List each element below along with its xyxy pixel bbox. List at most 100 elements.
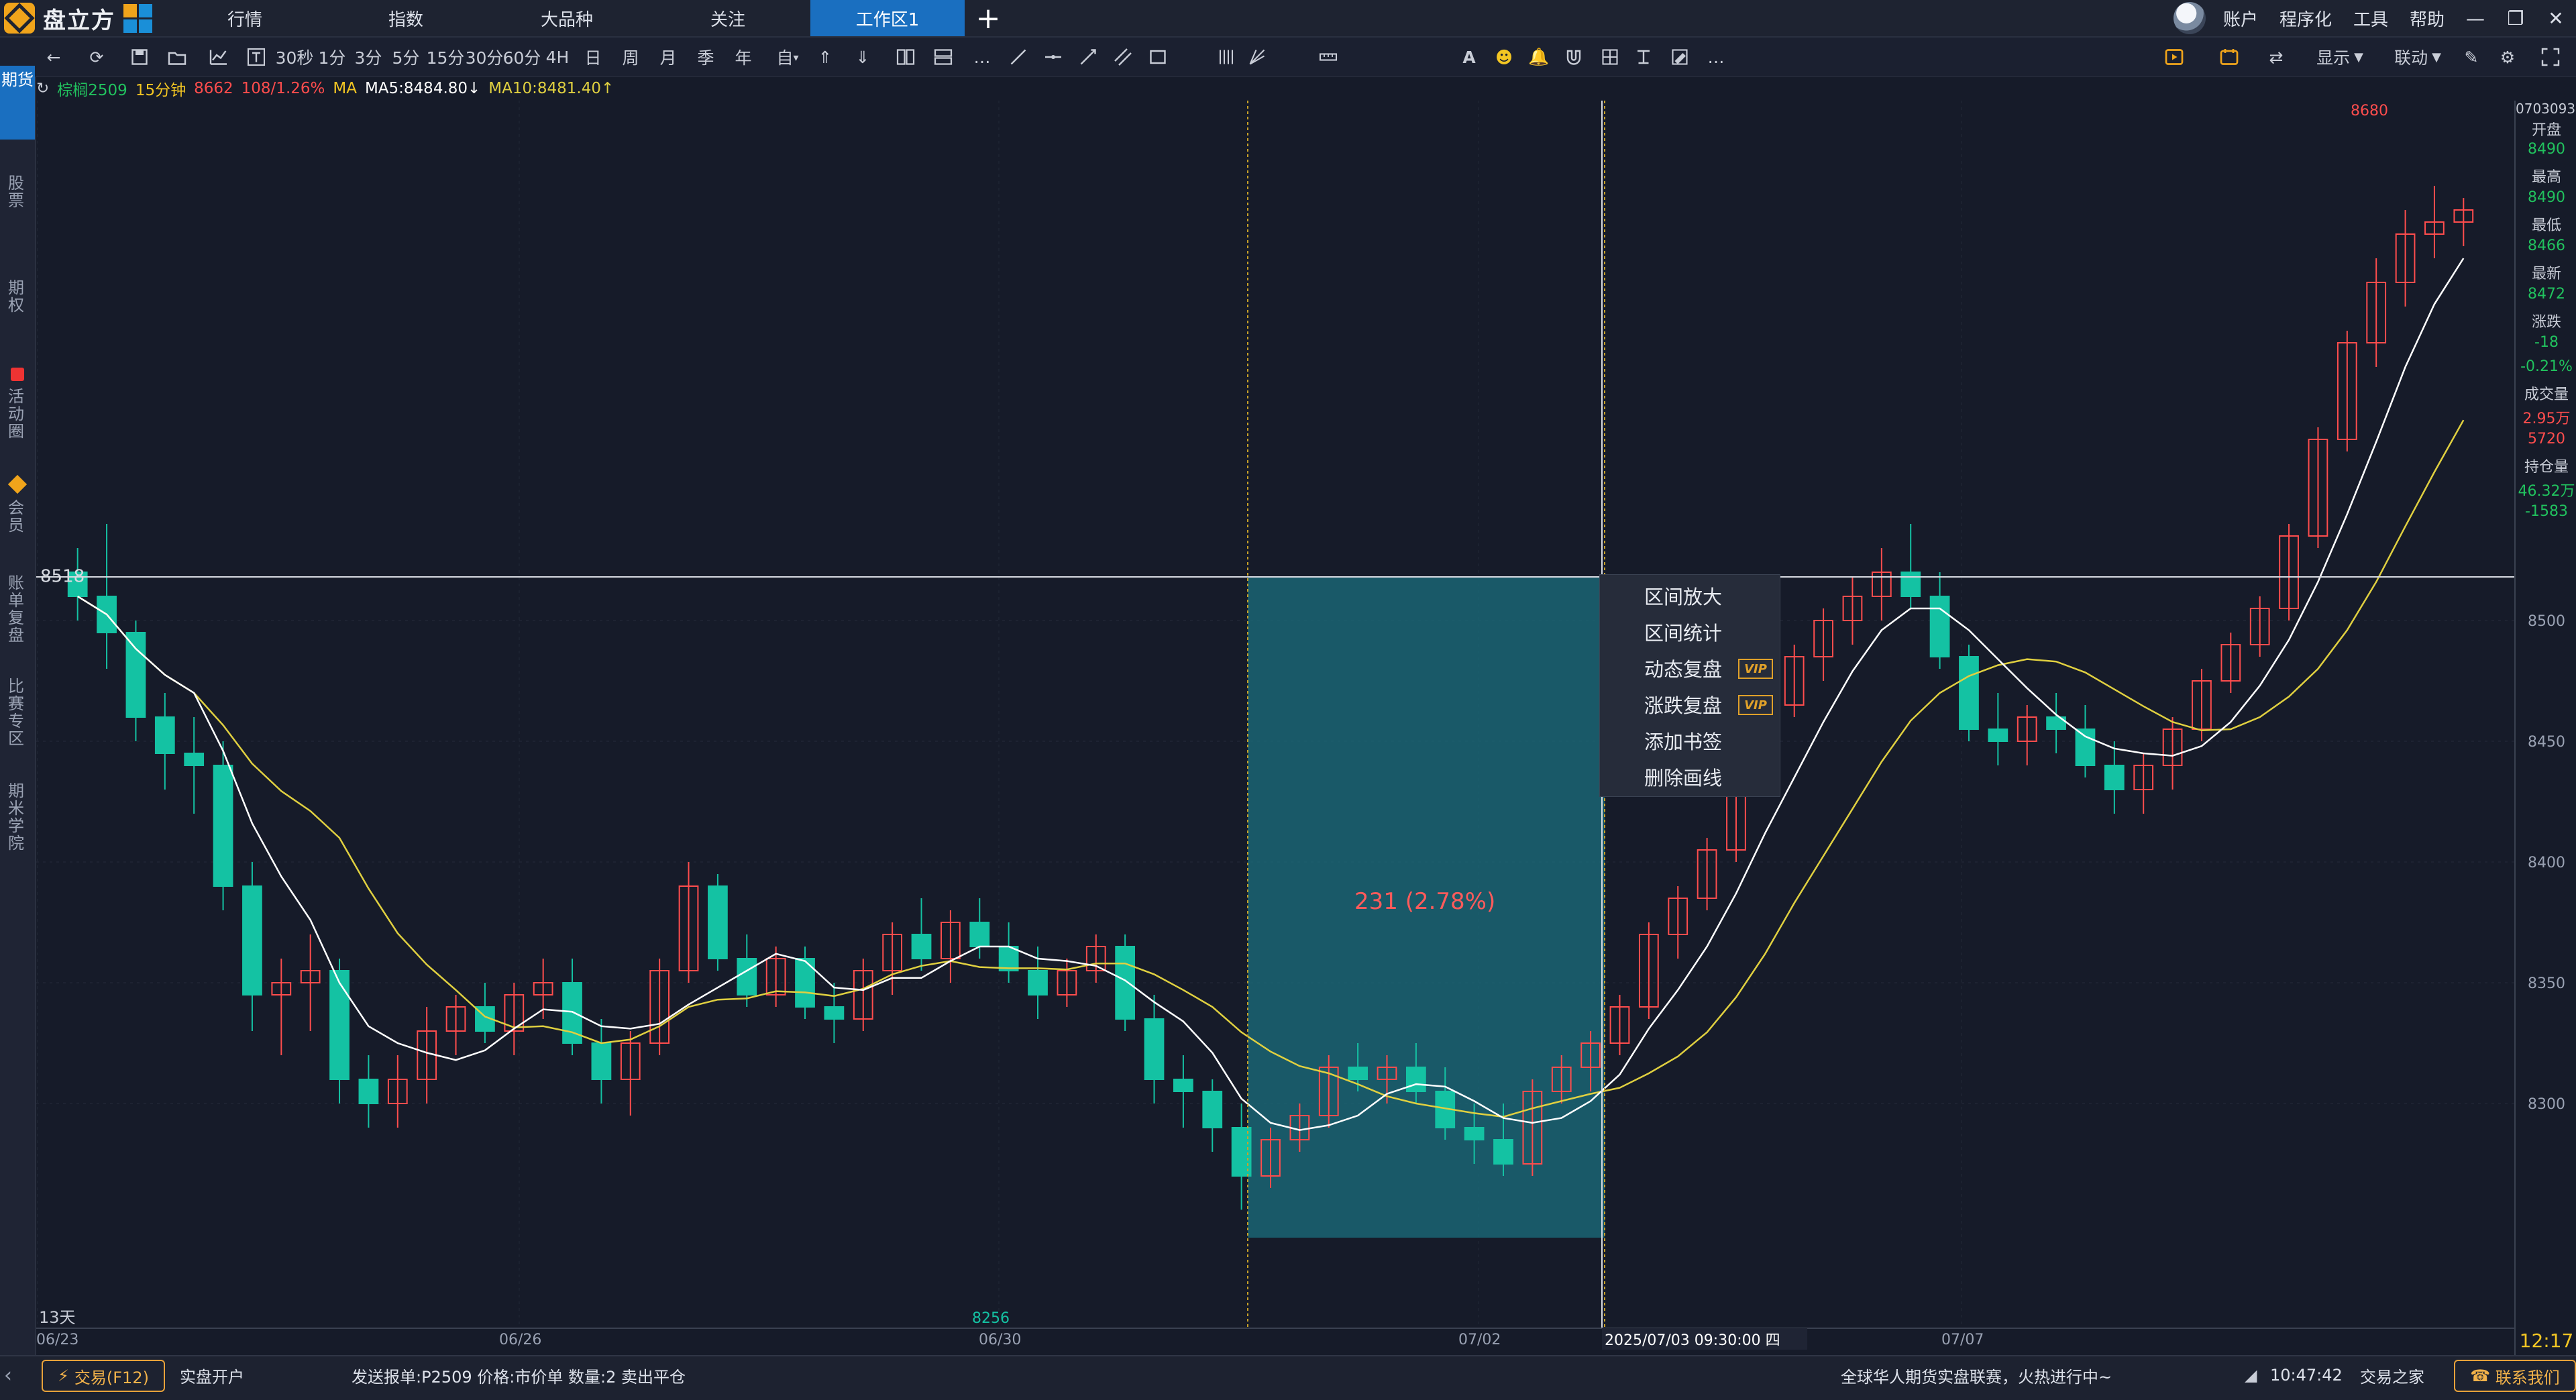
pen-icon[interactable]: ✎ xyxy=(2457,38,2486,76)
trade-button[interactable]: ⚡ 交易(F12) xyxy=(42,1360,165,1392)
period-1m[interactable]: 1分 xyxy=(315,38,349,76)
period-4h[interactable]: 4H xyxy=(541,38,574,76)
menu-tools[interactable]: 工具 xyxy=(2343,6,2399,31)
period-week[interactable]: 周 xyxy=(617,38,644,76)
add-tab-button[interactable]: + xyxy=(971,0,1005,36)
menu-item-add-bookmark[interactable]: 添加书签 xyxy=(1644,722,1722,759)
avatar[interactable] xyxy=(2173,2,2206,34)
horizontal-line-icon[interactable] xyxy=(1038,38,1068,76)
parallel-lines-icon[interactable] xyxy=(1108,38,1138,76)
alert-bell-icon[interactable]: 🔔 xyxy=(1524,38,1554,76)
display-dropdown[interactable]: 显示 ▼ xyxy=(2308,38,2372,76)
period-5m[interactable]: 5分 xyxy=(389,38,423,76)
app-logo: 盘立方 xyxy=(0,0,152,36)
magnet-icon[interactable] xyxy=(1559,38,1589,76)
sidebar-item-stocks[interactable]: 股票 xyxy=(8,174,27,221)
app-title: 盘立方 xyxy=(43,7,115,34)
menu-item-delete-drawings[interactable]: 删除画线 xyxy=(1644,759,1722,795)
draw-line-icon[interactable] xyxy=(1004,38,1033,76)
menu-account[interactable]: 账户 xyxy=(2212,6,2269,31)
tab-watch[interactable]: 关注 xyxy=(691,0,765,36)
period-month[interactable]: 月 xyxy=(655,38,682,76)
y-axis: 8500 8450 8400 8350 8300 xyxy=(2528,613,2565,1113)
save-icon[interactable] xyxy=(126,38,153,76)
sidebar-item-academy[interactable]: 期米学院 xyxy=(8,782,27,856)
candle-body xyxy=(1900,572,1921,597)
text-annotation-icon[interactable]: A xyxy=(1454,38,1484,76)
open-folder-icon[interactable] xyxy=(164,38,191,76)
sync-icon[interactable]: ⇄ xyxy=(2261,38,2292,76)
text-tool-icon[interactable] xyxy=(243,38,270,76)
link-dropdown[interactable]: 联动 ▼ xyxy=(2385,38,2450,76)
cross-tool-icon[interactable] xyxy=(1629,38,1658,76)
period-year[interactable]: 年 xyxy=(730,38,757,76)
tab-market[interactable]: 行情 xyxy=(208,0,282,36)
sidebar-item-options[interactable]: 期权 xyxy=(8,279,27,326)
refresh-icon[interactable]: ⟳ xyxy=(83,38,110,76)
double-up-icon[interactable]: ⇑ xyxy=(812,38,839,76)
ruler-icon[interactable] xyxy=(1313,38,1343,76)
sidebar-item-member[interactable]: 会员 xyxy=(8,499,27,539)
open-account-link[interactable]: 实盘开户 xyxy=(180,1355,244,1395)
period-30m[interactable]: 30分 xyxy=(464,38,504,76)
chart-type-icon[interactable] xyxy=(205,38,232,76)
range-stat-label: 231 (2.78%) xyxy=(1354,888,1495,915)
ray-line-icon[interactable] xyxy=(1073,38,1103,76)
restore-icon[interactable]: ❐ xyxy=(2496,7,2536,30)
contact-button[interactable]: ☎ 联系我们 xyxy=(2454,1360,2576,1392)
ma-label[interactable]: MA xyxy=(333,80,357,97)
context-menu: 区间放大 区间统计 动态复盘 VIP 涨跌复盘 VIP 添加书签 删除画线 xyxy=(1599,574,1780,797)
split-view-icon[interactable] xyxy=(892,38,919,76)
fibonacci-icon[interactable] xyxy=(1212,38,1241,76)
sidebar-item-futures[interactable]: 期货 xyxy=(0,66,35,140)
system-time: 10:47:42 xyxy=(2270,1366,2343,1385)
menu-item-range-stats[interactable]: 区间统计 xyxy=(1644,614,1722,650)
x-tick-label: 06/23 xyxy=(36,1332,78,1348)
settings-icon[interactable]: ⚙ xyxy=(2493,38,2522,76)
fullscreen-icon[interactable] xyxy=(2536,38,2565,76)
emoji-icon[interactable]: ☻ xyxy=(1489,38,1519,76)
symbol-name[interactable]: 棕榈2509 xyxy=(57,77,127,100)
period-label[interactable]: 15分钟 xyxy=(136,77,186,100)
sidebar-item-bill-review[interactable]: 账单复盘 xyxy=(8,574,27,648)
double-down-icon[interactable]: ⇓ xyxy=(849,38,876,76)
tab-major[interactable]: 大品种 xyxy=(523,0,610,36)
collapse-left-icon[interactable]: ‹ xyxy=(4,1355,31,1395)
sidebar-item-contest[interactable]: 比赛专区 xyxy=(8,678,27,751)
menu-item-rise-fall-replay[interactable]: 涨跌复盘 xyxy=(1644,686,1722,722)
period-3m[interactable]: 3分 xyxy=(352,38,385,76)
close-icon[interactable]: ✕ xyxy=(2536,7,2576,30)
x-tick-label: 07/02 xyxy=(1458,1332,1501,1348)
marquee-ticker[interactable]: 全球华人期货实盘联赛，火热进行中~ xyxy=(1841,1355,2112,1395)
menu-item-dynamic-replay[interactable]: 动态复盘 xyxy=(1644,650,1722,686)
period-15m[interactable]: 15分 xyxy=(425,38,466,76)
tab-workspace-1[interactable]: 工作区1 xyxy=(810,0,965,36)
period-day[interactable]: 日 xyxy=(580,38,606,76)
eraser-icon[interactable] xyxy=(1665,38,1695,76)
more-icon[interactable]: … xyxy=(969,38,996,76)
calendar-icon[interactable] xyxy=(2214,38,2245,76)
toolbar-more-icon[interactable]: … xyxy=(1703,38,1729,76)
period-custom[interactable]: 自 ▾ xyxy=(767,38,808,76)
minimize-icon[interactable]: — xyxy=(2455,7,2496,30)
menu-item-zoom-range[interactable]: 区间放大 xyxy=(1644,578,1722,614)
link-icon[interactable]: ↻ xyxy=(36,80,49,97)
trade-home-link[interactable]: 交易之家 xyxy=(2360,1355,2424,1395)
layout-icon[interactable] xyxy=(930,38,957,76)
period-quarter[interactable]: 季 xyxy=(692,38,719,76)
menu-program[interactable]: 程序化 xyxy=(2269,6,2343,31)
candle-body xyxy=(969,922,990,947)
gann-icon[interactable] xyxy=(1242,38,1272,76)
replay-icon[interactable] xyxy=(2159,38,2190,76)
grid-tool-icon[interactable] xyxy=(1595,38,1625,76)
sidebar-item-activity[interactable]: 活动圈 xyxy=(8,388,27,448)
x-axis: 06/23 06/26 06/30 07/02 07/07 xyxy=(36,1328,2514,1348)
kline-chart[interactable]: 231 (2.78%) 8256 8680 13天 8518 06/23 06/2… xyxy=(36,101,2514,1355)
rectangle-tool-icon[interactable] xyxy=(1143,38,1173,76)
back-icon[interactable]: ← xyxy=(40,38,67,76)
period-60m[interactable]: 60分 xyxy=(502,38,542,76)
menu-help[interactable]: 帮助 xyxy=(2399,6,2455,31)
period-30s[interactable]: 30秒 xyxy=(275,38,314,76)
signal-icon: ◢ xyxy=(2245,1366,2257,1385)
tab-index[interactable]: 指数 xyxy=(369,0,443,36)
